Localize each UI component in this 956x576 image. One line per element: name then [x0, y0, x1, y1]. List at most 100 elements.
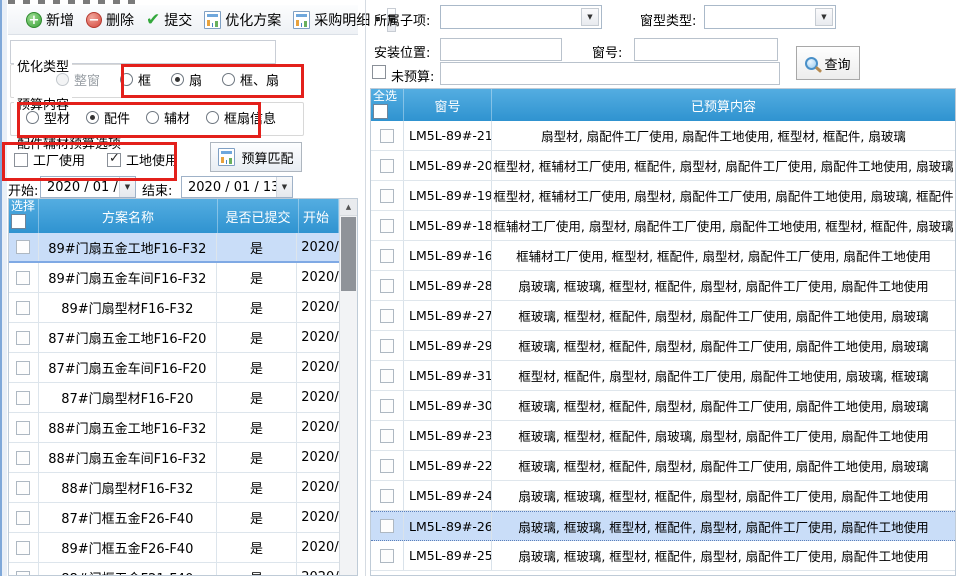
row-checkbox[interactable] — [16, 361, 30, 375]
install-position-input[interactable] — [440, 38, 562, 61]
win-type-dropdown[interactable]: ▼ — [704, 5, 836, 29]
column-header-budgeted-content[interactable]: 已预算内容 — [492, 89, 955, 121]
row-checkbox[interactable] — [380, 369, 394, 383]
row-checkbox[interactable] — [380, 279, 394, 293]
budgeted-content-cell: 扇玻璃, 框玻璃, 框型材, 框配件, 扇型材, 扇配件工厂使用, 扇配件工地使… — [492, 541, 955, 570]
table-row[interactable]: 88#门扇五金工地F16-F32是2020/0 — [9, 413, 339, 443]
table-row[interactable]: LM5L-89#-30F28框玻璃, 框型材, 框配件, 扇型材, 扇配件工厂使… — [371, 391, 955, 421]
row-checkbox[interactable] — [16, 331, 30, 345]
row-checkbox[interactable] — [380, 249, 394, 263]
table-row[interactable]: 89#门扇型材F16-F32是2020/0 — [9, 293, 339, 323]
budget-match-button[interactable]: 预算匹配 — [210, 142, 302, 172]
table-row[interactable]: 87#门扇五金车间F16-F20是2020/0 — [9, 353, 339, 383]
radio-budget-content[interactable]: 配件 — [86, 108, 130, 127]
column-header-start[interactable]: 开始 — [299, 199, 339, 233]
table-row[interactable]: LM5L-89#-31F29框型材, 框配件, 扇型材, 扇配件工厂使用, 扇配… — [371, 361, 955, 391]
column-header-name[interactable]: 方案名称 — [39, 199, 218, 233]
table-row[interactable]: LM5L-89#-22F20框玻璃, 框型材, 框配件, 扇型材, 扇配件工厂使… — [371, 451, 955, 481]
column-header-submitted[interactable]: 是否已提交 — [218, 199, 299, 233]
table-row[interactable]: 87#门扇五金工地F16-F20是2020/0 — [9, 323, 339, 353]
scrollbar-thumb[interactable] — [341, 217, 356, 291]
column-header-win-no[interactable]: 窗号 — [404, 89, 492, 121]
row-checkbox[interactable] — [380, 489, 394, 503]
table-row[interactable]: LM5L-89#-23F21框玻璃, 框型材, 框配件, 扇玻璃, 扇型材, 扇… — [371, 421, 955, 451]
radio-icon — [206, 111, 219, 124]
submitted-cell: 是 — [217, 233, 298, 261]
select-all-checkbox[interactable] — [11, 214, 26, 229]
sub-item-dropdown[interactable]: ▼ — [440, 5, 602, 29]
table-row[interactable]: LM5L-89#-28F26扇玻璃, 框玻璃, 框型材, 框配件, 扇型材, 扇… — [371, 271, 955, 301]
row-checkbox[interactable] — [16, 541, 30, 555]
plan-table-scrollbar[interactable]: ▲ — [339, 199, 357, 575]
radio-budget-content[interactable]: 框扇信息 — [206, 108, 276, 127]
table-row[interactable]: 89#门框五金F26-F40是2020/0 — [9, 533, 339, 563]
chevron-down-icon[interactable]: ▼ — [581, 8, 599, 26]
unbudgeted-input[interactable] — [440, 62, 780, 85]
table-row[interactable]: LM5L-89#-27F25框玻璃, 框型材, 框配件, 扇型材, 扇配件工厂使… — [371, 301, 955, 331]
table-row[interactable]: 87#门扇型材F16-F20是2020/0 — [9, 383, 339, 413]
radio-opt-type[interactable]: 整窗 — [56, 70, 100, 89]
checkbox-usage[interactable]: 工地使用 — [107, 150, 178, 169]
table-row[interactable]: 88#门扇五金车间F16-F32是2020/0 — [9, 443, 339, 473]
table-row[interactable]: LM5L-89#-29F27框玻璃, 框型材, 框配件, 扇型材, 扇配件工厂使… — [371, 331, 955, 361]
chevron-down-icon[interactable]: ▼ — [276, 177, 292, 197]
radio-opt-type[interactable]: 框、扇 — [222, 70, 279, 89]
radio-budget-content[interactable]: 型材 — [26, 108, 70, 127]
row-checkbox[interactable] — [16, 240, 30, 254]
row-checkbox[interactable] — [16, 271, 30, 285]
table-row[interactable]: 87#门框五金F26-F40是2020/0 — [9, 503, 339, 533]
checkbox-icon — [107, 153, 121, 167]
row-checkbox[interactable] — [16, 481, 30, 495]
row-checkbox[interactable] — [16, 421, 30, 435]
row-checkbox[interactable] — [380, 159, 394, 173]
table-row[interactable]: LM5L-89#-26F24扇玻璃, 框玻璃, 框型材, 框配件, 扇型材, 扇… — [371, 511, 955, 541]
row-checkbox[interactable] — [16, 451, 30, 465]
table-row[interactable]: LM5L-89#-25F23扇玻璃, 框玻璃, 框型材, 框配件, 扇型材, 扇… — [371, 541, 955, 571]
chevron-down-icon[interactable]: ▼ — [815, 8, 833, 26]
table-row[interactable]: 88#门框五金F21-F40是2020/0 — [9, 563, 339, 575]
table-row[interactable]: LM5L-89#-21F19扇型材, 扇配件工厂使用, 扇配件工地使用, 框型材… — [371, 121, 955, 151]
row-checkbox[interactable] — [16, 511, 30, 525]
toolbar-button-add[interactable]: +新增 — [21, 7, 79, 33]
toolbar-button-check[interactable]: ✔提交 — [141, 7, 197, 33]
query-button[interactable]: 查询 — [796, 46, 860, 80]
table-row[interactable]: LM5L-89#-20F18框型材, 框辅材工厂使用, 框配件, 扇型材, 扇配… — [371, 151, 955, 181]
row-checkbox[interactable] — [380, 339, 394, 353]
date-start-label: 开始: — [8, 180, 38, 199]
row-checkbox[interactable] — [380, 309, 394, 323]
unbudgeted-checkbox[interactable] — [372, 65, 386, 79]
row-checkbox[interactable] — [380, 429, 394, 443]
scroll-up-icon[interactable]: ▲ — [340, 199, 357, 216]
table-row[interactable]: LM5L-89#-16F15框辅材工厂使用, 框型材, 框配件, 扇型材, 扇配… — [371, 241, 955, 271]
table-row[interactable]: LM5L-89#-24F22扇玻璃, 框玻璃, 框型材, 框配件, 扇型材, 扇… — [371, 481, 955, 511]
row-checkbox[interactable] — [380, 519, 394, 533]
win-no-input[interactable] — [634, 38, 778, 61]
table-row[interactable]: LM5L-89#-18F16框辅材工厂使用, 扇型材, 扇配件工厂使用, 扇配件… — [371, 211, 955, 241]
row-checkbox[interactable] — [380, 549, 394, 563]
date-end-picker[interactable]: 2020 / 01 / 13 ▼ — [181, 176, 293, 198]
toolbar-button-sheet[interactable]: 优化方案 — [199, 7, 286, 33]
radio-opt-type[interactable]: 扇 — [171, 70, 202, 89]
table-row[interactable]: LM5L-89#-19F17框型材, 框辅材工厂使用, 扇型材, 扇配件工厂使用… — [371, 181, 955, 211]
row-checkbox[interactable] — [16, 391, 30, 405]
row-checkbox[interactable] — [380, 189, 394, 203]
remove-icon: − — [86, 12, 102, 28]
radio-opt-type[interactable]: 框 — [120, 70, 151, 89]
chevron-down-icon[interactable]: ▼ — [119, 177, 135, 197]
date-start-picker[interactable]: 2020 / 01 / 1 ▼ — [40, 176, 136, 198]
toolbar-button-remove[interactable]: −删除 — [81, 7, 139, 33]
row-checkbox[interactable] — [380, 399, 394, 413]
row-checkbox[interactable] — [16, 571, 30, 576]
row-checkbox[interactable] — [380, 219, 394, 233]
submitted-cell: 是 — [217, 413, 298, 442]
table-row[interactable]: 88#门扇型材F16-F32是2020/0 — [9, 473, 339, 503]
win-type-label: 窗型类型: — [640, 10, 696, 29]
select-all-checkbox[interactable] — [373, 104, 388, 119]
row-checkbox[interactable] — [380, 459, 394, 473]
table-row[interactable]: 89#门扇五金车间F16-F32是2020/0 — [9, 263, 339, 293]
checkbox-usage[interactable]: 工厂使用 — [14, 150, 85, 169]
row-checkbox[interactable] — [380, 129, 394, 143]
table-row[interactable]: 89#门扇五金工地F16-F32是2020/0 — [9, 233, 339, 263]
row-checkbox[interactable] — [16, 301, 30, 315]
radio-budget-content[interactable]: 辅材 — [146, 108, 190, 127]
